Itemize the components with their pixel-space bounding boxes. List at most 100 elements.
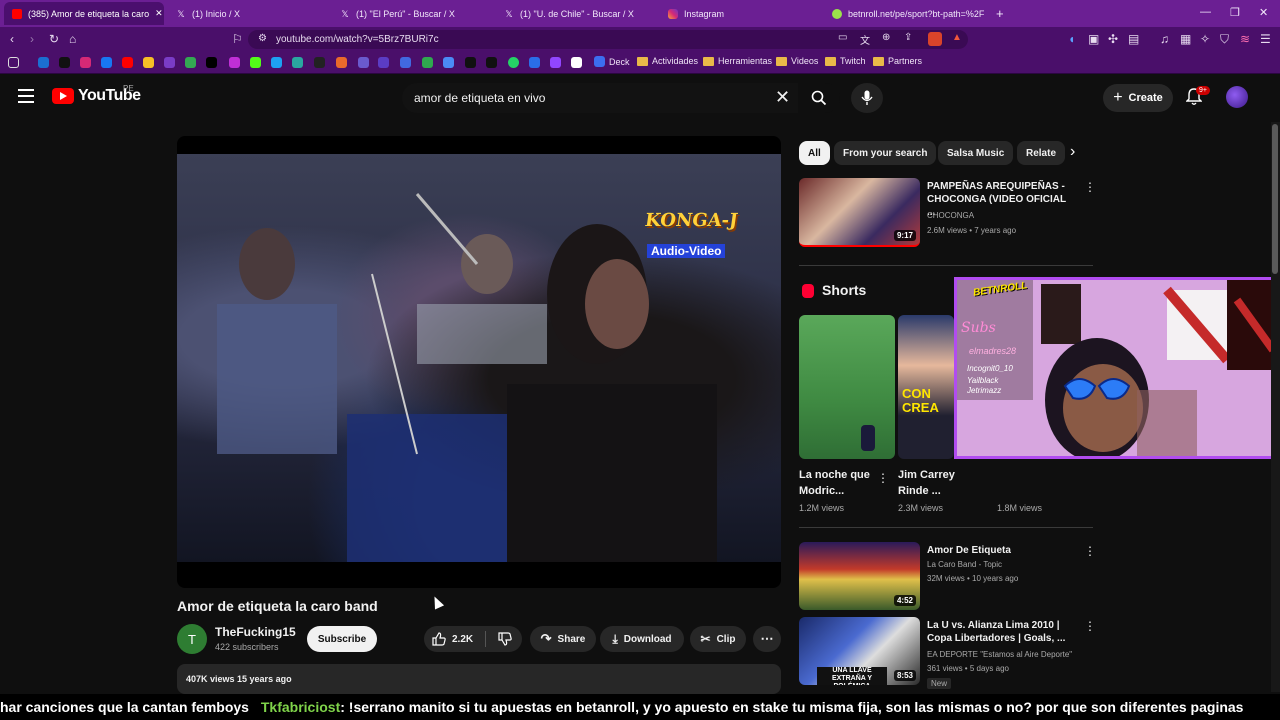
bookmark-folder-twitch[interactable]: Twitch: [825, 56, 866, 66]
site-info-icon[interactable]: ⚙: [258, 33, 267, 44]
kick-bookmark-icon[interactable]: [250, 57, 261, 68]
bookmark-icon[interactable]: [550, 57, 561, 68]
tab-betnroll[interactable]: betnroll.net/pe/sport?bt-path=%2Fs: [824, 2, 984, 25]
tab-x-peru[interactable]: 𝕏 (1) "El Perú" - Buscar / X: [332, 2, 492, 25]
search-input[interactable]: [414, 91, 754, 105]
sidebar-icon[interactable]: ▤: [1128, 32, 1139, 46]
zoom-icon[interactable]: ⊕: [882, 32, 890, 43]
like-button[interactable]: 2.2K: [432, 632, 473, 646]
short-thumbnail[interactable]: CON CREA: [898, 315, 954, 459]
clear-search-icon[interactable]: ✕: [775, 88, 790, 106]
bookmark-folder-partners[interactable]: Partners: [873, 56, 922, 66]
share-page-icon[interactable]: ⇪: [904, 32, 912, 43]
tab-youtube[interactable]: (385) Amor de etiqueta la caro ✕: [4, 2, 164, 25]
share-button[interactable]: ↷ Share: [530, 626, 596, 652]
tab-instagram[interactable]: Instagram: [660, 2, 820, 25]
cast-icon[interactable]: ▭: [838, 32, 847, 43]
hamburger-menu-icon[interactable]: [18, 89, 34, 103]
extensions-puzzle-icon[interactable]: ✣: [1108, 32, 1118, 46]
recommended-thumbnail[interactable]: UNA LLAVE EXTRAÑA Y POLÉMICA 8:53: [799, 617, 920, 685]
video-frame[interactable]: KONGA-J Audio-Video: [177, 154, 781, 562]
bookmark-icon[interactable]: [292, 57, 303, 68]
facebook-bookmark-icon[interactable]: [101, 57, 112, 68]
instagram-bookmark-icon[interactable]: [80, 57, 91, 68]
forward-icon[interactable]: ›: [30, 32, 34, 46]
apps-grid-icon[interactable]: [8, 57, 19, 68]
more-vertical-icon[interactable]: ⋮: [1084, 544, 1096, 558]
music-icon[interactable]: ♫: [1160, 32, 1169, 46]
bookmark-icon[interactable]: [164, 57, 175, 68]
bookmark-deck[interactable]: Deck: [594, 56, 630, 67]
tiktok-bookmark-icon[interactable]: [59, 57, 70, 68]
outlook-bookmark-icon[interactable]: [38, 57, 49, 68]
bookmark-icon[interactable]: [571, 57, 582, 68]
tab-x-inicio[interactable]: 𝕏 (1) Inicio / X: [168, 2, 328, 25]
chip-from-your-search[interactable]: From your search: [834, 141, 937, 165]
tab-x-uchile[interactable]: 𝕏 (1) "U. de Chile" - Buscar / X: [496, 2, 656, 25]
bookmark-icon[interactable]: [378, 57, 389, 68]
more-vertical-icon[interactable]: ⋮: [1084, 619, 1096, 633]
close-window-icon[interactable]: ✕: [1259, 6, 1268, 19]
recommended-channel[interactable]: EA DEPORTE "Estamos al Aire Deporte": [927, 650, 1072, 659]
recommended-channel[interactable]: CHOCONGA: [927, 211, 974, 220]
opera-icon[interactable]: ≋: [1240, 32, 1250, 46]
bookmark-icon[interactable]: [486, 57, 497, 68]
bookmark-icon[interactable]: [271, 57, 282, 68]
bookmark-folder-herramientas[interactable]: Herramientas: [703, 56, 772, 66]
address-bar[interactable]: ⚙ youtube.com/watch?v=5Brz7BURi7c ▭ 文 ⊕ …: [248, 30, 968, 49]
new-tab-button[interactable]: +: [988, 2, 1008, 25]
bookmark-folder-videos[interactable]: Videos: [776, 56, 818, 66]
short-title[interactable]: Jim Carrey Rinde ...: [898, 467, 958, 499]
reload-icon[interactable]: ↻: [49, 32, 59, 46]
close-tab-icon[interactable]: ✕: [155, 8, 163, 19]
bookmark-icon[interactable]: [400, 57, 411, 68]
chip-all[interactable]: All: [799, 141, 830, 165]
short-title[interactable]: La noche que Modric...: [799, 467, 875, 499]
bookmark-icon[interactable]: [336, 57, 347, 68]
extension-audio-icon[interactable]: ◖: [1068, 32, 1075, 46]
drive-bookmark-icon[interactable]: [185, 57, 196, 68]
minimize-icon[interactable]: —: [1200, 6, 1211, 18]
warning-icon[interactable]: ▲: [952, 32, 962, 43]
clip-button[interactable]: ✂ Clip: [690, 626, 746, 652]
recommended-title[interactable]: Amor De Etiqueta: [927, 544, 1075, 557]
back-icon[interactable]: ‹: [10, 32, 14, 46]
recommended-thumbnail[interactable]: 4:52: [799, 542, 920, 610]
shield-ext-icon[interactable]: [928, 32, 942, 46]
recommended-channel[interactable]: La Caro Band - Topic: [927, 560, 1002, 569]
extension-box-icon[interactable]: ▣: [1088, 32, 1099, 46]
restore-icon[interactable]: ❐: [1230, 6, 1240, 19]
description-box[interactable]: 407K views 15 years ago: [177, 664, 781, 694]
youtube-bookmark-icon[interactable]: [122, 57, 133, 68]
menu-icon[interactable]: ☰: [1260, 32, 1271, 46]
x-bookmark-icon[interactable]: [206, 57, 217, 68]
recommended-title[interactable]: La U vs. Alianza Lima 2010 | Copa Libert…: [927, 619, 1075, 645]
channel-name[interactable]: TheFucking15: [215, 625, 296, 639]
chip-scroll-right-icon[interactable]: ›: [1070, 143, 1075, 161]
more-actions-button[interactable]: ⋯: [753, 626, 781, 652]
chip-salsa-music[interactable]: Salsa Music: [938, 141, 1014, 165]
keep-bookmark-icon[interactable]: [143, 57, 154, 68]
search-box[interactable]: [402, 83, 798, 113]
channel-avatar[interactable]: T: [177, 624, 207, 654]
account-avatar[interactable]: [1226, 86, 1248, 108]
download-button[interactable]: ⤓ Download: [600, 626, 684, 652]
create-button[interactable]: + Create: [1103, 84, 1173, 112]
bookmark-icon[interactable]: [443, 57, 454, 68]
voice-search-button[interactable]: [851, 83, 883, 113]
bookmark-icon[interactable]: [529, 57, 540, 68]
bookmark-icon[interactable]: ⚐: [232, 32, 243, 46]
thumbs-down-icon[interactable]: [498, 632, 512, 646]
chip-related[interactable]: Relate: [1017, 141, 1065, 165]
recommended-thumbnail[interactable]: 9:17: [799, 178, 920, 247]
search-button[interactable]: [798, 83, 840, 113]
bookmark-icon[interactable]: [465, 57, 476, 68]
more-vertical-icon[interactable]: ⋮: [877, 471, 889, 485]
home-icon[interactable]: ⌂: [69, 32, 76, 46]
whatsapp-bookmark-icon[interactable]: [508, 57, 519, 68]
vpn-shield-icon[interactable]: ⛉: [1220, 32, 1229, 47]
bookmark-folder-actividades[interactable]: Actividades: [637, 56, 698, 66]
translate-icon[interactable]: 文: [860, 32, 870, 47]
subscribe-button[interactable]: Subscribe: [307, 626, 377, 652]
bookmark-icon[interactable]: [229, 57, 240, 68]
